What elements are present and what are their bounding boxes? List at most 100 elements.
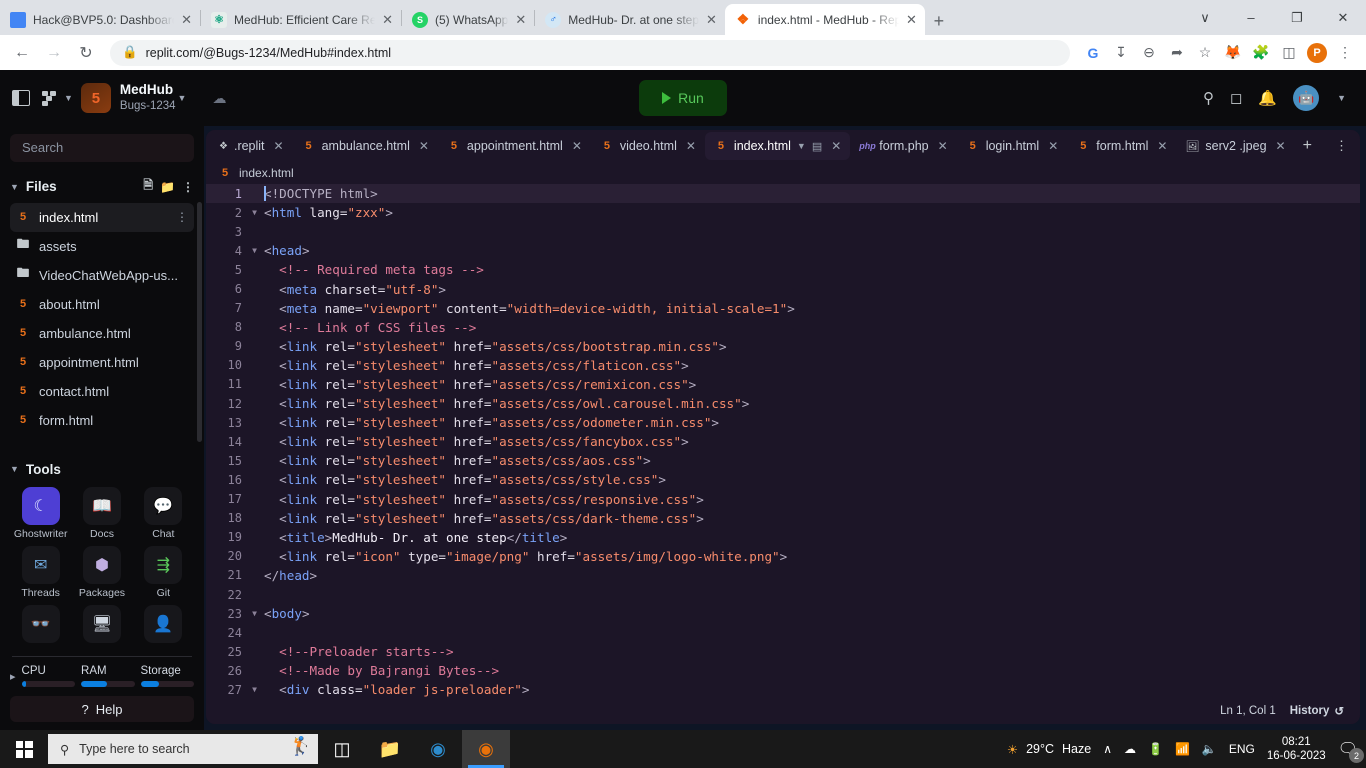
close-icon[interactable]: ✕ — [515, 13, 526, 26]
share-icon[interactable]: ➦ — [1164, 40, 1190, 66]
volume-icon[interactable]: 🔈 — [1202, 742, 1217, 756]
close-icon[interactable]: ✕ — [274, 139, 284, 153]
code-line[interactable]: 2 ▼ <html lang="zxx"> — [206, 203, 1360, 222]
close-icon[interactable]: ✕ — [419, 139, 429, 153]
code-line[interactable]: 12 <link rel="stylesheet" href="assets/c… — [206, 394, 1360, 413]
fold-chevron-icon[interactable]: ▼ — [248, 609, 261, 618]
file-item-index-html[interactable]: 5 index.html ⋮ — [10, 202, 194, 232]
file-item-contact-html[interactable]: 5 contact.html — [10, 377, 194, 406]
resource-storage[interactable]: Storage — [140, 665, 194, 688]
editor-tab-ambulance-html[interactable]: 5 ambulance.html ✕ — [293, 132, 438, 160]
code-line[interactable]: 16 <link rel="stylesheet" href="assets/c… — [206, 470, 1360, 489]
tool-shell[interactable]: 👓 — [21, 605, 60, 646]
start-button[interactable] — [0, 730, 48, 768]
close-icon[interactable]: ✕ — [938, 139, 948, 153]
close-icon[interactable]: ✕ — [686, 139, 696, 153]
files-section-header[interactable]: ▼ Files 🗎 📁 ⋮ — [10, 176, 194, 198]
add-tab-button[interactable]: + — [1295, 137, 1320, 155]
file-item-form-php[interactable]: php form.php — [10, 435, 194, 444]
close-icon[interactable]: ✕ — [572, 139, 582, 153]
code-line[interactable]: 15 <link rel="stylesheet" href="assets/c… — [206, 451, 1360, 470]
chrome-icon[interactable]: ◉ — [462, 730, 510, 768]
search-icon[interactable]: ⚲ — [1203, 89, 1214, 107]
split-pane-icon[interactable]: ▤ — [812, 140, 822, 153]
close-icon[interactable]: ✕ — [1276, 139, 1286, 153]
address-bar[interactable]: 🔒 replit.com/@Bugs-1234/MedHub#index.htm… — [110, 39, 1070, 66]
tool-webview[interactable]: 🖥 — [82, 605, 121, 646]
file-item-ambulance-html[interactable]: 5 ambulance.html — [10, 319, 194, 348]
browser-tab-4-active[interactable]: ❖ index.html - MedHub - Replit ✕ — [724, 4, 925, 35]
code-line[interactable]: 8 <!-- Link of CSS files --> — [206, 318, 1360, 337]
editor-tab-form-html[interactable]: 5 form.html ✕ — [1067, 132, 1176, 160]
tool-ghostwriter[interactable]: ☾ Ghostwriter — [14, 487, 68, 540]
help-button[interactable]: ? Help — [10, 696, 194, 722]
code-line[interactable]: 25 <!--Preloader starts--> — [206, 642, 1360, 661]
browser-tab-1[interactable]: ⚛ MedHub: Efficient Care Revol ✕ — [201, 4, 401, 35]
editor-tab-serv2-jpeg[interactable]: 🖼 serv2 .jpeg ✕ — [1176, 132, 1294, 160]
tools-section-header[interactable]: ▼ Tools — [10, 458, 194, 480]
tab-search-dropdown-icon[interactable]: ∨ — [1182, 2, 1228, 34]
tool-packages[interactable]: ⬢ Packages — [79, 546, 125, 599]
code-line[interactable]: 20 <link rel="icon" type="image/png" hre… — [206, 547, 1360, 566]
files-more-icon[interactable]: ⋮ — [182, 180, 194, 194]
fold-chevron-icon[interactable]: ▼ — [248, 246, 261, 255]
weather-widget[interactable]: ☀ 29°C Haze — [1007, 742, 1091, 757]
back-icon[interactable]: ← — [8, 39, 36, 67]
close-icon[interactable]: ✕ — [706, 13, 717, 26]
taskbar-search-input[interactable]: ⚲ Type here to search 🏌 — [48, 734, 318, 764]
new-tab-button[interactable]: + — [925, 7, 953, 35]
onedrive-cloud-icon[interactable]: ☁ — [1124, 742, 1136, 756]
code-line[interactable]: 22 — [206, 585, 1360, 604]
side-panel-icon[interactable]: ◫ — [1276, 40, 1302, 66]
run-button[interactable]: Run — [639, 80, 727, 116]
chat-icon[interactable]: ◻ — [1230, 89, 1242, 107]
code-line[interactable]: 14 <link rel="stylesheet" href="assets/c… — [206, 432, 1360, 451]
resource-ram[interactable]: RAM — [81, 665, 135, 688]
battery-icon[interactable]: 🔋 — [1148, 742, 1163, 756]
code-line[interactable]: 7 <meta name="viewport" content="width=d… — [206, 299, 1360, 318]
close-icon[interactable]: ✕ — [906, 13, 917, 26]
close-icon[interactable]: ✕ — [181, 13, 192, 26]
file-item-videochatwebapp[interactable]: 🖿 VideoChatWebApp-us... — [10, 261, 194, 290]
sidebar-toggle-icon[interactable] — [12, 90, 30, 106]
file-explorer-icon[interactable]: 📁 — [366, 730, 414, 768]
file-more-icon[interactable]: ⋮ — [176, 210, 188, 224]
file-item-assets[interactable]: 🖿 assets — [10, 232, 194, 261]
code-line[interactable]: 9 <link rel="stylesheet" href="assets/cs… — [206, 337, 1360, 356]
chevron-down-icon[interactable]: ▼ — [797, 141, 806, 151]
file-item-about-html[interactable]: 5 about.html — [10, 290, 194, 319]
profile-avatar[interactable]: P — [1304, 40, 1330, 66]
code-line[interactable]: 26 <!--Made by Bajrangi Bytes--> — [206, 661, 1360, 680]
editor-more-icon[interactable]: ⋮ — [1327, 138, 1356, 154]
editor-tab-video-html[interactable]: 5 video.html ✕ — [591, 132, 705, 160]
bookmark-star-icon[interactable]: ☆ — [1192, 40, 1218, 66]
close-icon[interactable]: ✕ — [1157, 139, 1167, 153]
wifi-icon[interactable]: 📶 — [1175, 742, 1190, 756]
bell-icon[interactable]: 🔔 — [1258, 89, 1277, 107]
tray-expand-icon[interactable]: ∧ — [1103, 742, 1112, 756]
code-line[interactable]: 23 ▼ <body> — [206, 604, 1360, 623]
tool-docs[interactable]: 📖 Docs — [82, 487, 121, 540]
search-input[interactable]: Search — [10, 134, 194, 162]
editor-tab-index-html-active[interactable]: 5 index.html ▼ ▤ ✕ — [704, 132, 851, 160]
new-folder-icon[interactable]: 📁 — [160, 180, 175, 194]
clock[interactable]: 08:21 16-06-2023 — [1267, 735, 1326, 764]
editor-tab-login-html[interactable]: 5 login.html ✕ — [957, 132, 1068, 160]
forward-icon[interactable]: → — [40, 39, 68, 67]
code-line[interactable]: 1 <!DOCTYPE html> — [206, 184, 1360, 204]
browser-tab-2[interactable]: S (5) WhatsApp ✕ — [402, 4, 534, 35]
zoom-out-icon[interactable]: ⊖ — [1136, 40, 1162, 66]
resource-cpu[interactable]: CPU — [21, 665, 76, 688]
extensions-icon[interactable]: 🧩 — [1248, 40, 1274, 66]
code-line[interactable]: 13 <link rel="stylesheet" href="assets/c… — [206, 413, 1360, 432]
notifications-button[interactable]: 🗨 2 — [1338, 739, 1364, 763]
google-icon[interactable]: G — [1080, 40, 1106, 66]
browser-menu-icon[interactable]: ⋮ — [1332, 40, 1358, 66]
tool-threads[interactable]: ✉ Threads — [21, 546, 60, 599]
account-chevron-down-icon[interactable]: ▼ — [1337, 93, 1346, 103]
code-line[interactable]: 18 <link rel="stylesheet" href="assets/c… — [206, 509, 1360, 528]
code-line[interactable]: 11 <link rel="stylesheet" href="assets/c… — [206, 375, 1360, 394]
reload-icon[interactable]: ↻ — [72, 39, 100, 67]
chevron-right-icon[interactable]: ▸ — [10, 670, 16, 683]
code-line[interactable]: 10 <link rel="stylesheet" href="assets/c… — [206, 356, 1360, 375]
